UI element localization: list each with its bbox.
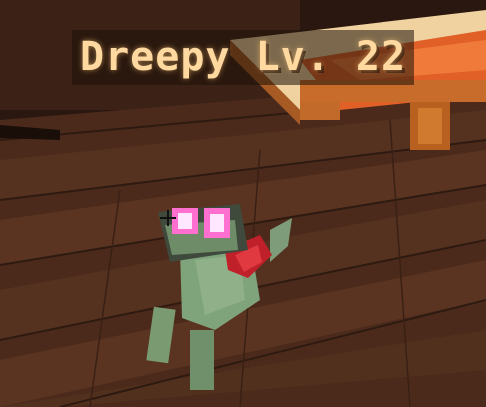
pokemon-nametag: Dreepy Lv. 22: [72, 30, 415, 85]
crosshair-icon: [160, 210, 176, 226]
game-viewport[interactable]: Dreepy Lv. 22: [0, 0, 486, 407]
